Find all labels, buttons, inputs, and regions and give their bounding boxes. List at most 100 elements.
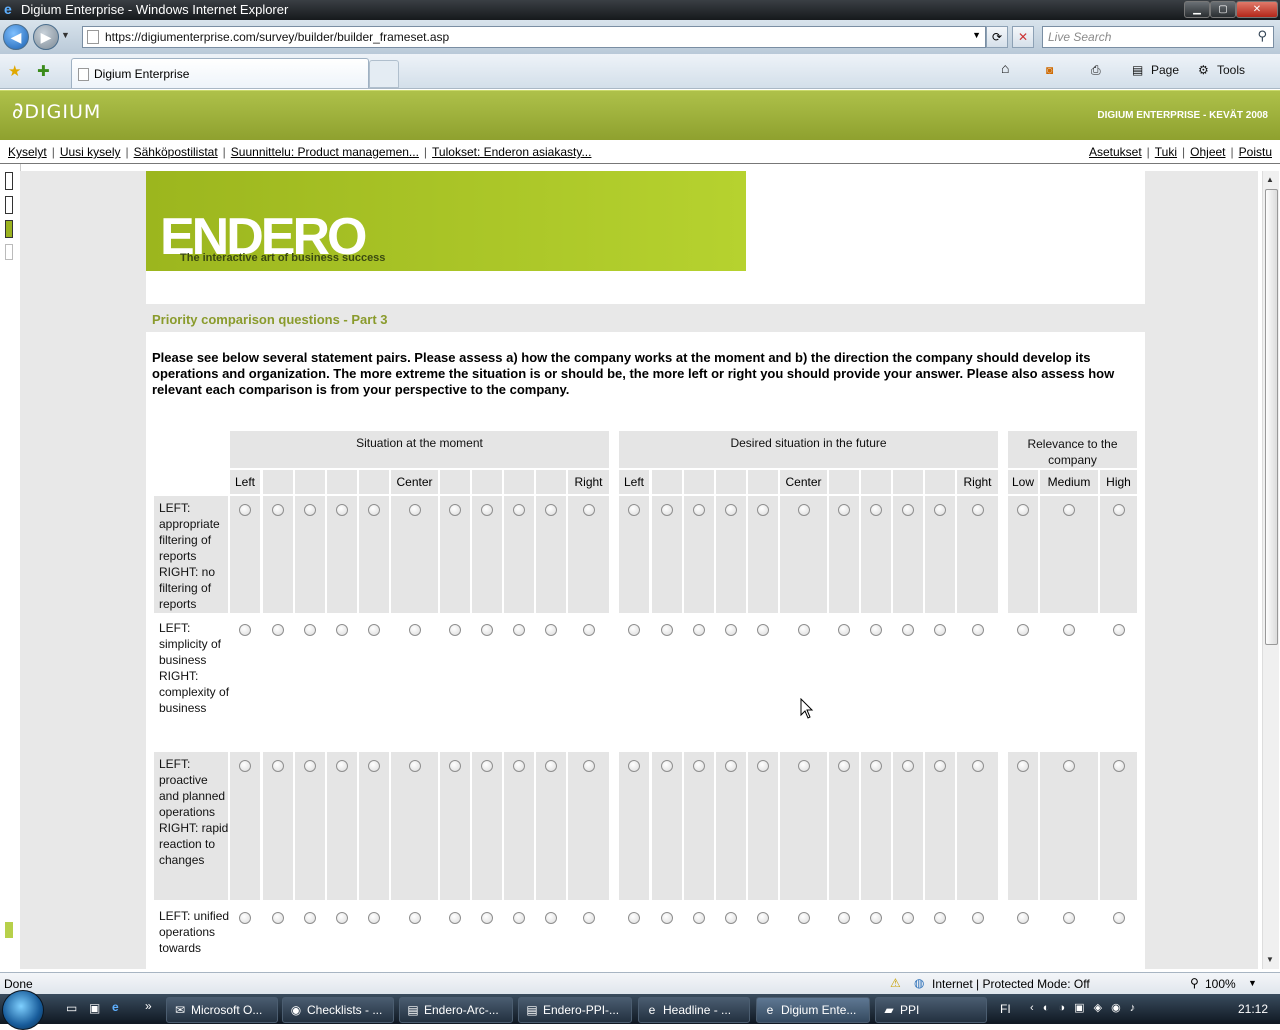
future-situation-radio[interactable]: [725, 624, 737, 636]
current-situation-radio[interactable]: [304, 504, 316, 516]
clock[interactable]: 21:12: [1238, 1002, 1268, 1016]
future-situation-radio[interactable]: [902, 760, 914, 772]
current-situation-radio[interactable]: [336, 624, 348, 636]
recent-pages-dropdown[interactable]: ▼: [61, 30, 70, 40]
current-situation-radio[interactable]: [449, 624, 461, 636]
future-situation-radio[interactable]: [725, 504, 737, 516]
future-situation-radio[interactable]: [971, 912, 984, 924]
future-situation-radio[interactable]: [693, 624, 705, 636]
current-situation-radio[interactable]: [449, 912, 461, 924]
current-situation-radio[interactable]: [449, 504, 461, 516]
future-situation-radio[interactable]: [797, 624, 810, 636]
relevance-radio[interactable]: [1112, 760, 1125, 772]
future-situation-radio[interactable]: [934, 624, 946, 636]
back-button[interactable]: ◀: [3, 24, 29, 50]
current-situation-radio[interactable]: [408, 624, 421, 636]
future-situation-radio[interactable]: [870, 504, 882, 516]
relevance-radio[interactable]: [1063, 624, 1075, 636]
digium-logo[interactable]: ∂DIGIUM: [12, 99, 101, 124]
current-situation-radio[interactable]: [304, 624, 316, 636]
security-zone[interactable]: Internet | Protected Mode: Off: [932, 977, 1090, 991]
current-situation-radio[interactable]: [449, 760, 461, 772]
current-situation-radio[interactable]: [481, 504, 493, 516]
tray-icons[interactable]: ‹ ◐ ◑ ▣ ◈ ◉ ♪: [1030, 1001, 1138, 1014]
left-frame-item[interactable]: [5, 922, 13, 938]
quicklaunch-more-icon[interactable]: »: [145, 999, 152, 1013]
left-frame-item[interactable]: [5, 196, 13, 214]
future-situation-radio[interactable]: [971, 760, 984, 772]
start-button[interactable]: [2, 990, 44, 1030]
current-situation-radio[interactable]: [481, 624, 493, 636]
print-icon[interactable]: ⎙: [1091, 63, 1101, 78]
relevance-radio[interactable]: [1017, 624, 1029, 636]
menu-right-link[interactable]: Tuki: [1155, 145, 1177, 159]
future-situation-radio[interactable]: [661, 912, 673, 924]
current-situation-radio[interactable]: [272, 504, 284, 516]
future-situation-radio[interactable]: [757, 760, 769, 772]
page-menu[interactable]: Page: [1151, 63, 1179, 77]
maximize-button[interactable]: ▢: [1210, 1, 1236, 18]
show-desktop-icon[interactable]: ▭: [66, 1001, 77, 1015]
current-situation-radio[interactable]: [545, 504, 557, 516]
left-frame-item[interactable]: [5, 244, 13, 260]
quicklaunch-ie-icon[interactable]: e: [112, 1000, 119, 1014]
current-situation-radio[interactable]: [513, 624, 525, 636]
future-situation-radio[interactable]: [971, 624, 984, 636]
scroll-up-icon[interactable]: ▲: [1266, 175, 1274, 184]
taskbar-button[interactable]: e Digium Ente...: [756, 997, 870, 1023]
current-situation-radio[interactable]: [239, 624, 251, 636]
future-situation-radio[interactable]: [971, 504, 984, 516]
future-situation-radio[interactable]: [757, 504, 769, 516]
future-situation-radio[interactable]: [870, 912, 882, 924]
relevance-radio[interactable]: [1017, 504, 1029, 516]
home-icon[interactable]: ⌂: [1001, 60, 1009, 76]
relevance-radio[interactable]: [1063, 912, 1075, 924]
address-dropdown-icon[interactable]: ▼: [972, 30, 981, 40]
vertical-scrollbar[interactable]: ▲ ▼: [1262, 171, 1279, 969]
future-situation-radio[interactable]: [628, 504, 640, 516]
current-situation-radio[interactable]: [368, 624, 380, 636]
menu-right-link[interactable]: Asetukset: [1089, 145, 1142, 159]
future-situation-radio[interactable]: [725, 760, 737, 772]
future-situation-radio[interactable]: [870, 624, 882, 636]
menu-right-link[interactable]: Ohjeet: [1190, 145, 1225, 159]
current-situation-radio[interactable]: [513, 912, 525, 924]
minimize-button[interactable]: ▁: [1184, 1, 1210, 18]
current-situation-radio[interactable]: [582, 624, 595, 636]
address-bar[interactable]: https://digiumenterprise.com/survey/buil…: [82, 26, 986, 48]
current-situation-radio[interactable]: [545, 760, 557, 772]
current-situation-radio[interactable]: [513, 760, 525, 772]
current-situation-radio[interactable]: [239, 912, 251, 924]
menu-left-link[interactable]: Kyselyt: [8, 145, 47, 159]
taskbar-button[interactable]: ◉ Checklists - ...: [282, 997, 394, 1023]
current-situation-radio[interactable]: [408, 760, 421, 772]
zoom-level[interactable]: 100%: [1205, 977, 1236, 991]
current-situation-radio[interactable]: [336, 912, 348, 924]
relevance-radio[interactable]: [1063, 504, 1075, 516]
current-situation-radio[interactable]: [336, 760, 348, 772]
future-situation-radio[interactable]: [838, 624, 850, 636]
future-situation-radio[interactable]: [838, 504, 850, 516]
forward-button[interactable]: ▶: [33, 24, 59, 50]
current-situation-radio[interactable]: [368, 504, 380, 516]
current-situation-radio[interactable]: [272, 912, 284, 924]
menu-right-link[interactable]: Poistu: [1239, 145, 1272, 159]
future-situation-radio[interactable]: [902, 504, 914, 516]
new-tab-button[interactable]: [369, 60, 399, 88]
current-situation-radio[interactable]: [272, 760, 284, 772]
feeds-icon[interactable]: ◙: [1046, 63, 1053, 77]
relevance-radio[interactable]: [1017, 912, 1029, 924]
future-situation-radio[interactable]: [934, 504, 946, 516]
refresh-button[interactable]: ⟳: [986, 26, 1008, 48]
future-situation-radio[interactable]: [797, 912, 810, 924]
relevance-radio[interactable]: [1063, 760, 1075, 772]
current-situation-radio[interactable]: [582, 912, 595, 924]
menu-left-link[interactable]: Sähköpostilistat: [134, 145, 218, 159]
left-frame-item[interactable]: [5, 172, 13, 190]
current-situation-radio[interactable]: [582, 504, 595, 516]
relevance-radio[interactable]: [1112, 504, 1125, 516]
scroll-down-icon[interactable]: ▼: [1266, 955, 1274, 964]
taskbar-button[interactable]: ✉ Microsoft O...: [166, 997, 278, 1023]
future-situation-radio[interactable]: [757, 912, 769, 924]
taskbar-button[interactable]: ▤ Endero-PPI-...: [518, 997, 632, 1023]
